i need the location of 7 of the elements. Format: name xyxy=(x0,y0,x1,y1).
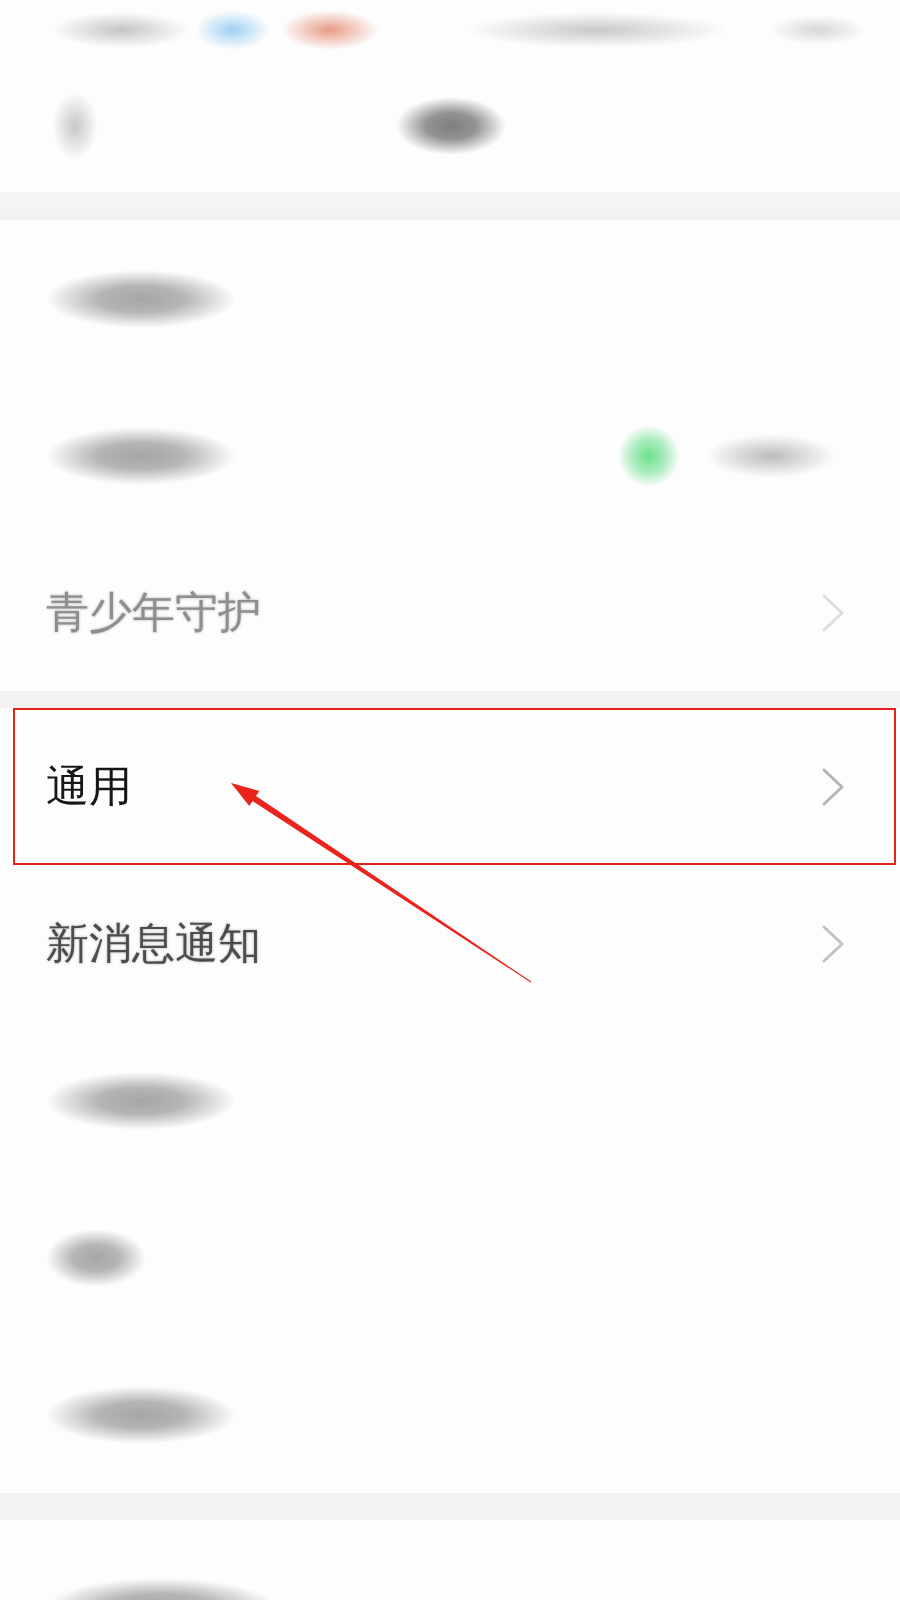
highlighted-settings-row[interactable]: 通用 xyxy=(13,708,896,865)
chevron-right-icon xyxy=(821,923,845,964)
row-label: 通用 xyxy=(46,760,132,813)
chevron-right-icon xyxy=(821,766,845,807)
row-label: 青少年守护 xyxy=(46,586,261,639)
chevron-right-icon xyxy=(821,592,845,633)
row-label: 新消息通知 xyxy=(46,917,261,970)
